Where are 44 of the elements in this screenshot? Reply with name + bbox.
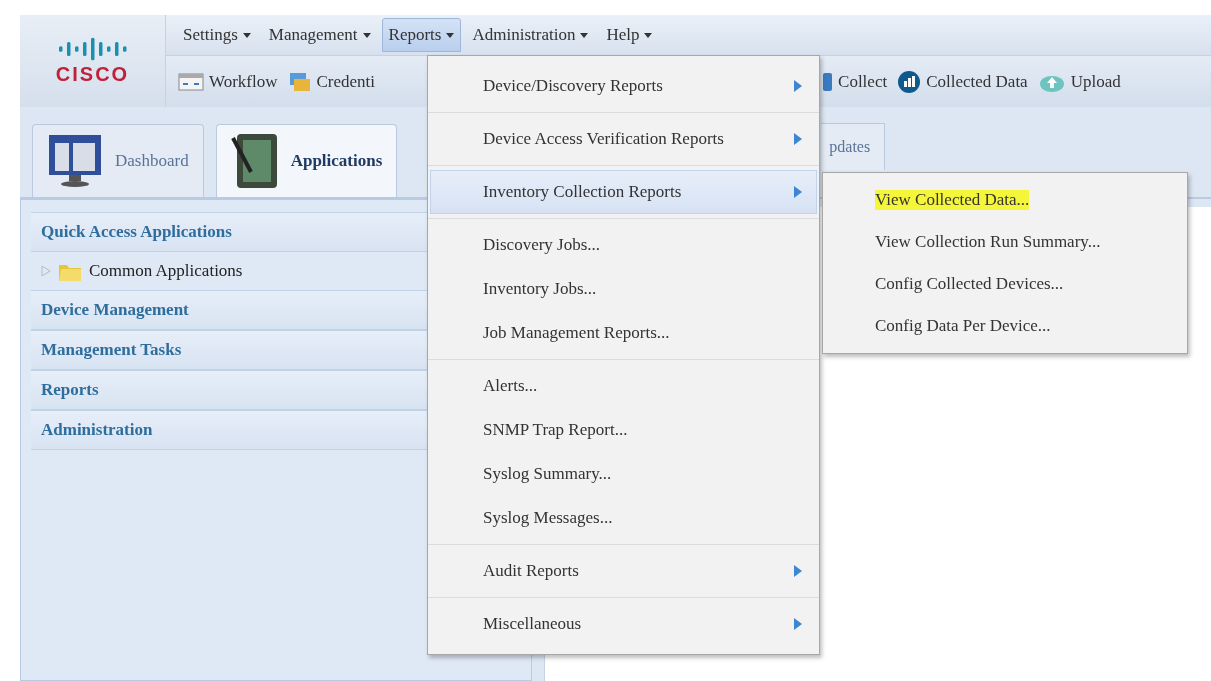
toolbar-button-label[interactable]: Credenti: [316, 71, 376, 92]
menu[interactable]: Help: [599, 18, 660, 52]
menu-item[interactable]: Config Collected Devices...: [875, 274, 1064, 294]
tab[interactable]: Applications: [215, 124, 398, 197]
expand-arrow-icon[interactable]: [41, 265, 51, 277]
menu[interactable]: Administration: [465, 18, 596, 52]
menu-item[interactable]: Config Data Per Device...: [875, 316, 1051, 336]
id-cards-icon: [287, 70, 312, 93]
menu[interactable]: Settings: [176, 18, 258, 52]
caret-icon: [580, 32, 589, 38]
caret-icon: [446, 32, 455, 38]
menu-item[interactable]: View Collected Data...: [875, 190, 1030, 210]
menu[interactable]: Management: [261, 18, 378, 52]
monitor-icon: [47, 133, 103, 189]
submenu-arrow-icon: [794, 618, 802, 630]
tree-item[interactable]: Common Applications: [89, 261, 243, 281]
submenu-arrow-icon: [794, 80, 802, 92]
menu-item[interactable]: Inventory Collection Reports: [430, 170, 817, 214]
collect-icon: [823, 70, 834, 93]
tab[interactable]: Dashboard: [32, 124, 204, 197]
toolbar-button-label[interactable]: Upload: [1070, 71, 1121, 92]
menu[interactable]: Reports: [381, 18, 462, 52]
toolbar-button-label[interactable]: Collect: [838, 71, 888, 92]
workflow-icon: [178, 72, 204, 91]
caret-icon: [362, 32, 371, 38]
menu-item[interactable]: Device/Discovery Reports: [430, 64, 817, 108]
tab[interactable]: pdates: [821, 123, 886, 170]
notebook-icon: [230, 132, 279, 190]
submenu-arrow-icon: [794, 133, 802, 145]
bar-chart-icon: [897, 69, 922, 94]
menu-item[interactable]: View Collection Run Summary...: [875, 232, 1101, 252]
bars-logo-icon: [56, 36, 129, 61]
menu-item[interactable]: Device Access Verification Reports: [430, 117, 817, 161]
menu-item[interactable]: Miscellaneous: [430, 602, 817, 646]
menu-item[interactable]: Syslog Summary...: [430, 452, 817, 496]
submenu-arrow-icon: [794, 565, 802, 577]
caret-icon: [242, 32, 251, 38]
caret-icon: [644, 32, 653, 38]
submenu-arrow-icon: [794, 186, 802, 198]
menu-item[interactable]: Audit Reports: [430, 549, 817, 593]
toolbar-button-label[interactable]: Collected Data: [926, 71, 1028, 92]
menu-item[interactable]: Syslog Messages...: [430, 496, 817, 540]
toolbar-button-label[interactable]: Workflow: [209, 71, 278, 92]
logo-text: CISCO: [55, 62, 130, 86]
